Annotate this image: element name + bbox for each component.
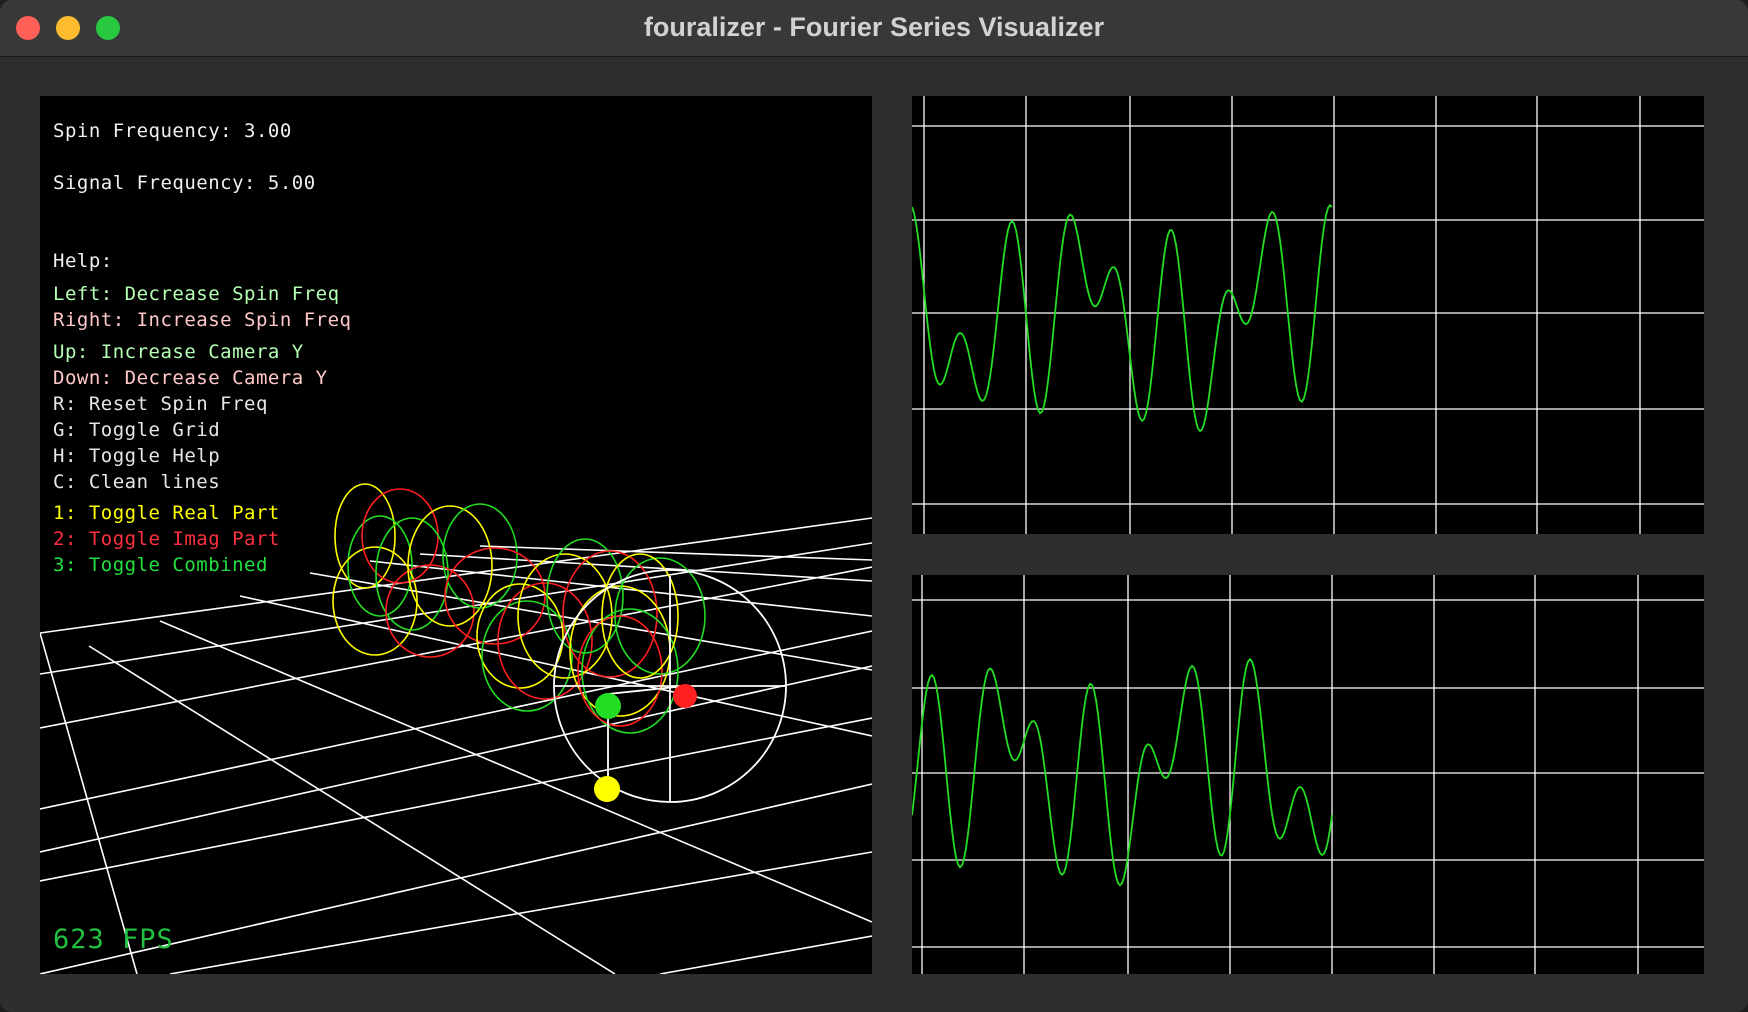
help-item: G: Toggle Grid [53,419,221,441]
real-signal-graph [912,96,1704,534]
spin-circle [517,553,613,679]
help-item: C: Clean lines [53,471,221,493]
signal-waveform [912,657,1333,887]
imag-point [673,684,697,708]
spin-frequency-readout: Spin Frequency: 3.00 [53,120,292,142]
help-item: 2: Toggle Imag Part [53,528,280,550]
grid-line [169,851,872,974]
help-item: H: Toggle Help [53,445,221,467]
title-bar[interactable]: fouralizer - Fourier Series Visualizer [0,0,1748,57]
help-item: 3: Toggle Combined [53,554,268,576]
grid-line [659,935,872,974]
app-window: fouralizer - Fourier Series Visualizer S… [0,0,1748,1012]
help-item: Up: Increase Camera Y [53,341,304,363]
signal-frequency-readout: Signal Frequency: 5.00 [53,172,316,194]
graph-grid [912,96,1704,534]
fps-counter: 623 FPS [53,924,174,955]
graph-grid [912,575,1704,974]
imag-signal-plot [912,575,1704,974]
grid-line [40,630,872,810]
grid-line [159,620,872,923]
help-item: Left: Decrease Spin Freq [53,283,340,305]
spin-circle [361,488,439,584]
grid-line [40,717,872,882]
spin-circles [332,483,706,734]
perspective-grid [40,517,872,974]
window-title: fouralizer - Fourier Series Visualizer [643,12,1105,42]
spin-circle [332,546,418,656]
help-item: R: Reset Spin Freq [53,393,268,415]
grid-line [40,632,138,974]
spin-circle [444,547,546,645]
3d-viewport[interactable]: Spin Frequency: 3.00 Signal Frequency: 5… [40,96,872,974]
real-point [594,776,620,802]
unit-circle [553,569,787,803]
real-signal-plot [912,96,1704,534]
imag-signal-graph [912,575,1704,974]
help-title: Help: [53,250,113,272]
help-item: Down: Decrease Camera Y [53,367,328,389]
signal-waveform [912,203,1333,433]
help-item: 1: Toggle Real Part [53,502,280,524]
combined-point [595,693,621,719]
spin-circle [546,538,624,654]
help-item: Right: Increase Spin Freq [53,309,352,331]
